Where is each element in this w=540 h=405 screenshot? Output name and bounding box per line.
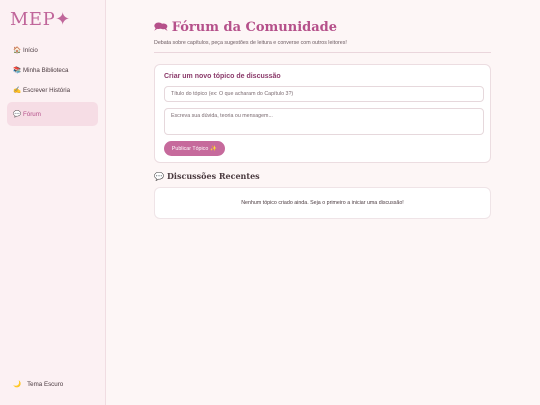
publish-topic-label: Publicar Tópico [171, 145, 209, 152]
forum-icon: 🗪 [154, 20, 168, 33]
recent-discussions-heading-text: Discussões Recentes [166, 171, 260, 181]
new-topic-card: Criar um novo tópico de discussão Public… [154, 64, 491, 163]
sidebar: MEP✦ 🏠 Início 📚 Minha Biblioteca ✍️ Escr… [0, 0, 106, 405]
page-subtitle: Debata sobre capítulos, peça sugestões d… [154, 40, 347, 46]
sidebar-item-escrever[interactable]: ✍️ Escrever História [7, 80, 98, 100]
app-logo[interactable]: MEP✦ [10, 9, 71, 30]
topic-message-textarea[interactable] [164, 108, 484, 135]
recent-discussions-heading: 💬 Discussões Recentes [154, 171, 260, 181]
topic-title-input[interactable] [164, 86, 484, 102]
sidebar-item-label: Fórum [23, 110, 41, 118]
books-icon: 📚 [13, 67, 22, 74]
speech-bubble-icon: 💬 [154, 171, 164, 181]
writing-hand-icon: ✍️ [13, 87, 22, 94]
empty-topics-message: Nenhum tópico criado ainda. Seja o prime… [241, 200, 404, 206]
sidebar-nav: 🏠 Início 📚 Minha Biblioteca ✍️ Escrever … [7, 40, 98, 126]
sparkles-icon: ✨ [210, 145, 218, 152]
theme-toggle-button[interactable]: 🌙 Tema Escuro [13, 380, 64, 389]
page-title-text: Fórum da Comunidade [171, 20, 338, 35]
sidebar-item-biblioteca[interactable]: 📚 Minha Biblioteca [7, 60, 98, 80]
new-topic-heading: Criar um novo tópico de discussão [164, 73, 281, 80]
page-title: 🗪 Fórum da Comunidade [154, 18, 337, 37]
chat-icon: 💬 [13, 111, 22, 118]
sidebar-item-label: Início [23, 46, 38, 54]
sidebar-item-label: Escrever História [23, 86, 71, 94]
sidebar-item-inicio[interactable]: 🏠 Início [7, 40, 98, 60]
empty-topics-card: Nenhum tópico criado ainda. Seja o prime… [154, 187, 491, 219]
moon-icon: 🌙 [13, 381, 22, 388]
publish-topic-button[interactable]: Publicar Tópico ✨ [164, 141, 225, 156]
home-icon: 🏠 [13, 47, 22, 54]
sidebar-item-label: Minha Biblioteca [23, 66, 69, 74]
divider [154, 52, 491, 53]
sidebar-item-forum[interactable]: 💬 Fórum [7, 102, 98, 126]
theme-toggle-label: Tema Escuro [27, 380, 64, 388]
